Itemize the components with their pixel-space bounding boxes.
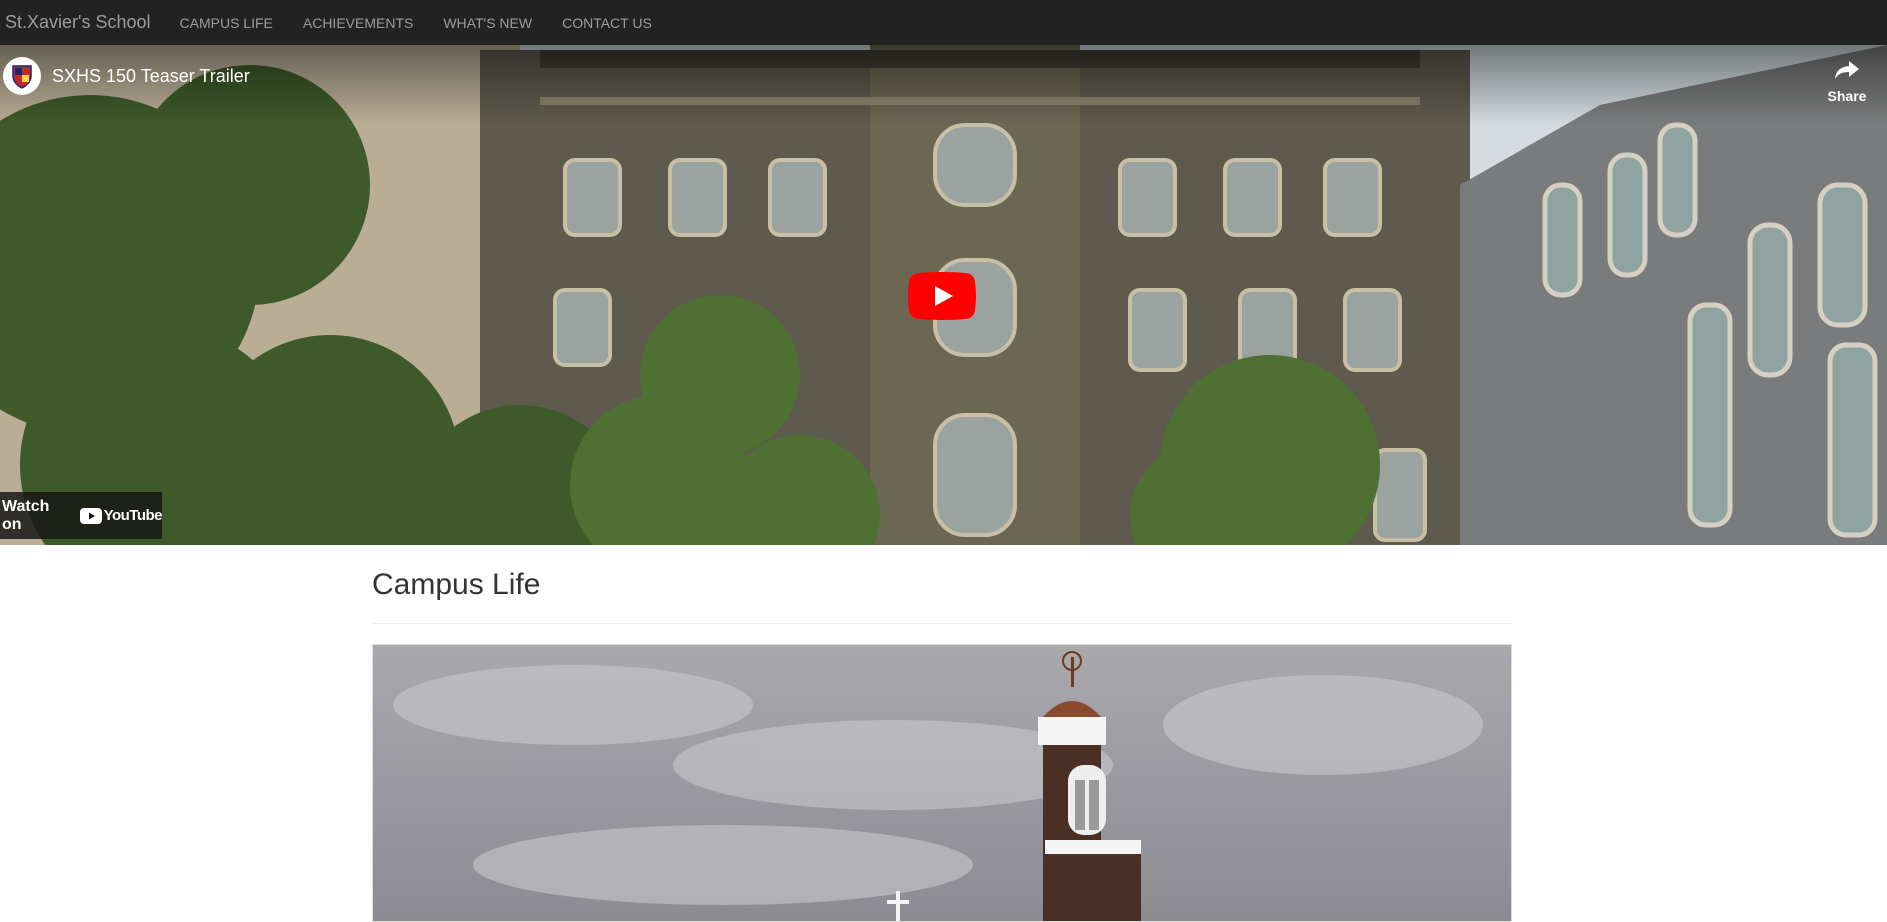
play-icon[interactable] [908, 272, 976, 320]
brand-link[interactable]: St.Xavier's School [5, 12, 151, 33]
youtube-wordmark: YouTube [103, 507, 163, 524]
watch-on-youtube-button[interactable]: Watch on YouTube [0, 492, 163, 539]
youtube-video-embed[interactable]: SXHS 150 Teaser Trailer Share Watch on Y… [0, 45, 1887, 545]
campus-photo [372, 644, 1512, 922]
video-title[interactable]: SXHS 150 Teaser Trailer [52, 66, 250, 87]
share-icon [1835, 61, 1859, 79]
top-navbar: St.Xavier's School CAMPUS LIFE ACHIEVEME… [0, 0, 1887, 45]
share-button[interactable]: Share [1827, 59, 1867, 104]
nav-item-campus-life[interactable]: CAMPUS LIFE [165, 15, 288, 31]
nav-item-whats-new[interactable]: WHAT'S NEW [428, 15, 547, 31]
section-title-campus-life: Campus Life [372, 568, 541, 601]
youtube-logo-icon: YouTube [79, 507, 163, 524]
share-label: Share [1827, 88, 1867, 104]
section-divider [372, 623, 1512, 624]
nav-item-contact-us[interactable]: CONTACT US [547, 15, 667, 31]
channel-logo-crest-icon[interactable] [3, 57, 41, 95]
video-top-gradient [0, 45, 1887, 125]
watch-on-label: Watch on [2, 497, 50, 533]
nav-item-achievements[interactable]: ACHIEVEMENTS [288, 15, 428, 31]
